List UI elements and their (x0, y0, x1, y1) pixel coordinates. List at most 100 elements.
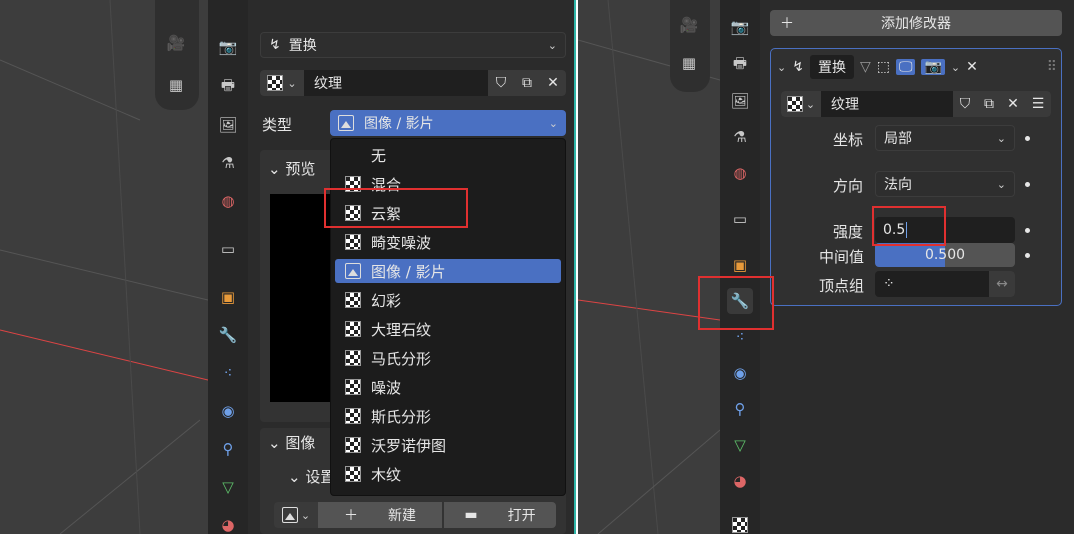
coords-dropdown[interactable]: 局部 ⌄ (875, 125, 1015, 151)
constraints-tab-icon[interactable]: ⚲ (727, 396, 753, 422)
checker-icon (267, 75, 284, 91)
menu-item-stucci[interactable]: 斯氏分形 (335, 404, 561, 428)
chevron-down-icon: ⌄ (996, 131, 1006, 145)
settings-header[interactable]: ⌄ 设置 (288, 466, 335, 487)
view-layer-tab-icon[interactable]: 🖼 (215, 112, 241, 138)
keyframe-dot[interactable] (1025, 182, 1030, 187)
menu-item-voronoi[interactable]: 沃罗诺伊图 (335, 433, 561, 457)
copy-icon[interactable]: ⧉ (977, 91, 1001, 117)
constraints-tab-icon[interactable]: ⚲ (215, 436, 241, 462)
object-tab-icon[interactable]: ▣ (215, 284, 241, 310)
render-tab-icon[interactable]: 📷 (727, 14, 753, 40)
shield-icon[interactable]: ⛉ (488, 70, 514, 96)
viewport-right[interactable]: 🎥 ▦ (578, 0, 721, 534)
data-tab-icon[interactable]: ▽ (727, 432, 753, 458)
folder-icon: ▬ (464, 507, 478, 523)
material-tab-icon[interactable]: ◕ (727, 468, 753, 494)
material-tab-icon[interactable]: ◕ (215, 512, 241, 534)
keyframe-dot[interactable] (1025, 253, 1030, 258)
output-tab-icon[interactable]: 🖶 (727, 52, 753, 78)
keyframe-dot[interactable] (1025, 136, 1030, 141)
direction-dropdown[interactable]: 法向 ⌄ (875, 171, 1015, 197)
texture-tab-icon[interactable] (727, 512, 753, 534)
close-icon[interactable]: ✕ (966, 59, 978, 75)
collapse-chevron-icon[interactable]: ⌄ (777, 61, 786, 74)
texture-selector[interactable]: ⌄ 纹理 ⛉ ⧉ ✕ ☰ (781, 91, 1051, 117)
modifier-header: ⌄ ↯ 置换 ▽ ⬚ 🖵 📷 ⌄ ✕ ⠿ (777, 55, 1057, 79)
grid-view-icon[interactable]: ▦ (163, 72, 189, 98)
grid-view-icon[interactable]: ▦ (676, 50, 702, 76)
close-icon[interactable]: ✕ (540, 70, 566, 96)
world-tab-icon[interactable]: ◍ (727, 160, 753, 186)
viewport-display-icon[interactable]: 🖵 (895, 59, 916, 75)
texture-browse-button[interactable]: ⌄ (260, 70, 304, 96)
modifier-tab-icon[interactable]: 🔧 (215, 322, 241, 348)
texture-name[interactable]: 纹理 (314, 73, 342, 93)
texture-name[interactable]: 纹理 (831, 94, 859, 114)
chevron-down-icon[interactable]: ⌄ (951, 61, 960, 74)
texture-selector[interactable]: ⌄ 纹理 ⛉ ⧉ ✕ (260, 70, 566, 96)
vertex-group-field[interactable]: ⁘ ↔ (875, 271, 1015, 297)
world-tab-icon[interactable]: ◍ (215, 188, 241, 214)
render-camera-icon[interactable]: 📷 (921, 59, 945, 75)
collection-tab-icon[interactable]: ▭ (727, 206, 753, 232)
checker-icon (345, 321, 361, 337)
checker-icon (345, 408, 361, 424)
chevron-down-icon: ⌄ (287, 76, 297, 90)
copy-icon[interactable]: ⧉ (514, 70, 540, 96)
close-icon[interactable]: ✕ (1001, 91, 1025, 117)
highlight-clouds (324, 188, 468, 228)
modifier-type-field[interactable]: ↯ 置换 ⌄ (260, 32, 566, 58)
shield-icon[interactable]: ⛉ (953, 91, 977, 117)
modifier-name-field[interactable]: 置换 (809, 55, 854, 79)
image-header[interactable]: ⌄ 图像 (268, 432, 315, 453)
new-image-button[interactable]: ＋新建 (318, 502, 442, 528)
coords-label: 坐标 (833, 131, 864, 149)
menu-item-image-movie[interactable]: 图像 / 影片 (335, 259, 561, 283)
properties-tab-strip: 📷 🖶 🖼 ⚗ ◍ ▭ ▣ 🔧 ⁖ ◉ ⚲ ▽ ◕ (720, 0, 760, 534)
scene-tab-icon[interactable]: ⚗ (215, 150, 241, 176)
chevron-down-icon: ⌄ (268, 160, 286, 178)
image-new-open-row: ⌄ ＋新建 ▬ 打开 (274, 502, 556, 528)
physics-tab-icon[interactable]: ◉ (727, 360, 753, 386)
type-dropdown[interactable]: 图像 / 影片 ⌄ (330, 110, 566, 136)
preview-header[interactable]: ⌄ 预览 (268, 158, 315, 179)
edit-cage-icon[interactable]: ▽ (860, 59, 871, 75)
properties-toggle-icon[interactable]: ☰ (1025, 91, 1051, 117)
collection-tab-icon[interactable]: ▭ (215, 236, 241, 262)
edit-mode-icon[interactable]: ⬚ (877, 59, 890, 75)
image-icon (338, 115, 354, 131)
menu-item-distorted-noise[interactable]: 畸变噪波 (335, 230, 561, 254)
particles-tab-icon[interactable]: ⁖ (215, 360, 241, 386)
drag-handle-icon[interactable]: ⠿ (1047, 59, 1057, 75)
invert-arrows-icon[interactable]: ↔ (989, 271, 1015, 297)
camera-view-icon[interactable]: 🎥 (163, 30, 189, 56)
menu-item-none[interactable]: 无 (335, 143, 561, 167)
keyframe-dot[interactable] (1025, 228, 1030, 233)
image-browse-button[interactable]: ⌄ (274, 502, 318, 528)
add-modifier-button[interactable]: ＋ 添加修改器 (770, 10, 1062, 36)
properties-tab-strip: 📷 🖶 🖼 ⚗ ◍ ▭ ▣ 🔧 ⁖ ◉ ⚲ ▽ ◕ (208, 0, 248, 534)
menu-item-magic[interactable]: 幻彩 (335, 288, 561, 312)
object-tab-icon[interactable]: ▣ (727, 252, 753, 278)
data-tab-icon[interactable]: ▽ (215, 474, 241, 500)
camera-view-icon[interactable]: 🎥 (676, 12, 702, 38)
menu-item-noise[interactable]: 噪波 (335, 375, 561, 399)
displace-modifier-panel: ⌄ ↯ 置换 ▽ ⬚ 🖵 📷 ⌄ ✕ ⠿ ⌄ 纹理 ⛉ ⧉ ✕ ☰ 坐标 局部 … (770, 48, 1062, 306)
viewport-left[interactable]: 🎥 ▦ (0, 0, 209, 534)
menu-item-marble[interactable]: 大理石纹 (335, 317, 561, 341)
render-tab-icon[interactable]: 📷 (215, 34, 241, 60)
output-tab-icon[interactable]: 🖶 (215, 74, 241, 100)
texture-browse-button[interactable]: ⌄ (781, 91, 821, 117)
open-image-button[interactable]: ▬ 打开 (444, 502, 556, 528)
menu-item-musgrave[interactable]: 马氏分形 (335, 346, 561, 370)
scene-tab-icon[interactable]: ⚗ (727, 124, 753, 150)
checker-icon (345, 379, 361, 395)
image-icon (281, 507, 298, 523)
view-layer-tab-icon[interactable]: 🖼 (727, 88, 753, 114)
chevron-down-icon: ⌄ (548, 116, 558, 130)
direction-label: 方向 (833, 177, 864, 195)
midlevel-slider[interactable]: 0.500 (875, 243, 1015, 267)
menu-item-wood[interactable]: 木纹 (335, 462, 561, 486)
physics-tab-icon[interactable]: ◉ (215, 398, 241, 424)
